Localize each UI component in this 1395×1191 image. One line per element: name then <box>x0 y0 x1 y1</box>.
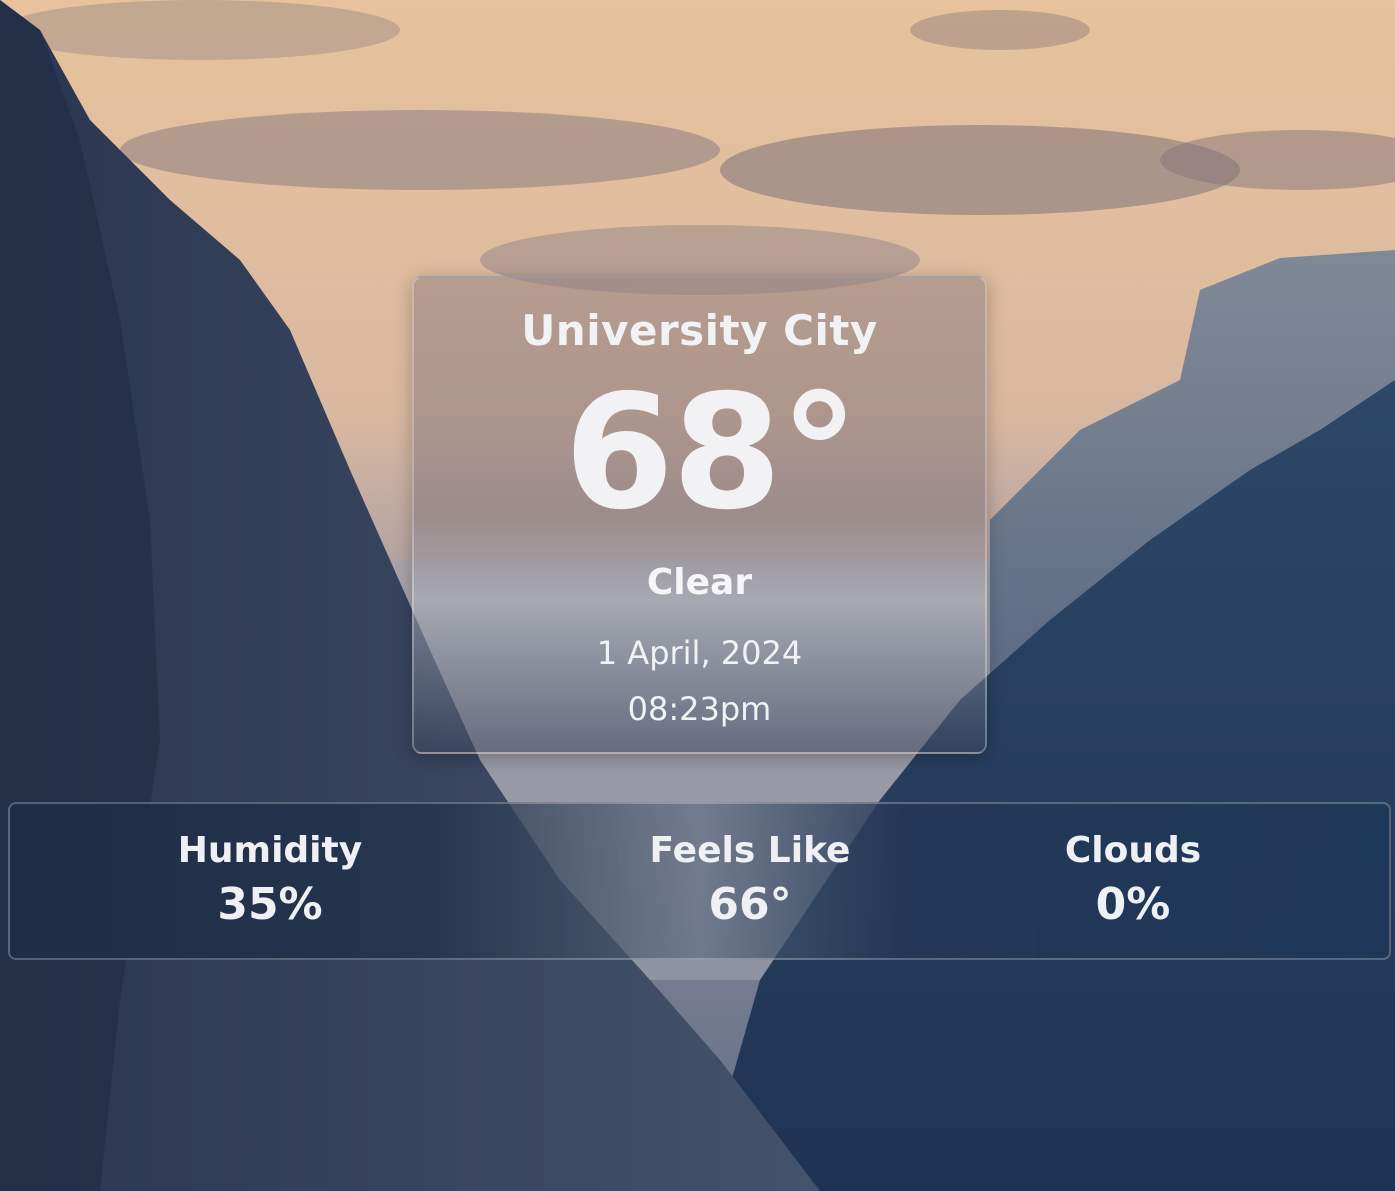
weather-stats-bar: Humidity 35% Feels Like 66° Clouds 0% <box>8 802 1391 960</box>
city-name: University City <box>521 306 878 355</box>
weather-app: University City 68° Clear 1 April, 2024 … <box>0 0 1395 1191</box>
weather-card: University City 68° Clear 1 April, 2024 … <box>412 276 987 754</box>
stat-label: Humidity <box>177 830 363 871</box>
stat-value: 66° <box>708 879 792 930</box>
stat-clouds: Clouds 0% <box>983 830 1283 930</box>
cloud <box>910 10 1090 50</box>
current-time: 08:23pm <box>627 690 772 728</box>
stat-label: Feels Like <box>649 830 851 871</box>
stat-label: Clouds <box>1064 830 1202 871</box>
stat-value: 35% <box>217 879 323 930</box>
stat-feels-like: Feels Like 66° <box>600 830 900 930</box>
current-date: 1 April, 2024 <box>596 634 803 672</box>
cloud <box>120 110 720 190</box>
stat-value: 0% <box>1095 879 1171 930</box>
weather-condition: Clear <box>646 562 753 603</box>
cloud <box>0 0 400 60</box>
stat-humidity: Humidity 35% <box>120 830 420 930</box>
current-temperature: 68° <box>564 361 859 545</box>
cloud <box>720 125 1240 215</box>
